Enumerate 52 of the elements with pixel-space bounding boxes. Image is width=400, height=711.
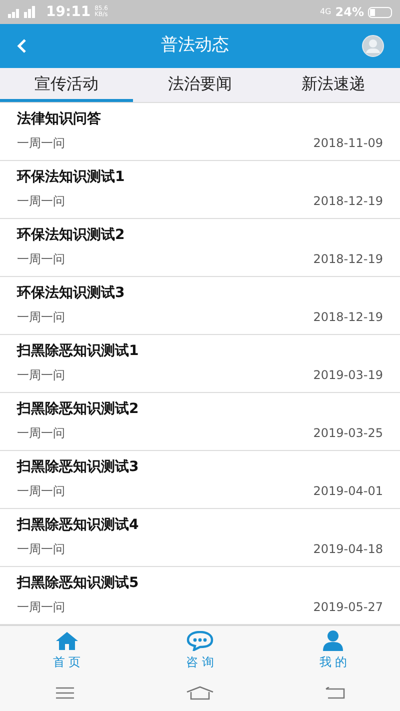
item-title: 扫黑除恶知识测试4 bbox=[17, 516, 140, 534]
item-subtitle: 一周一问 bbox=[17, 135, 65, 152]
item-subtitle: 一周一问 bbox=[17, 367, 65, 384]
item-subtitle: 一周一问 bbox=[17, 251, 65, 268]
signal-icon bbox=[8, 6, 38, 18]
list-item[interactable]: 扫黑除恶知识测试2 一周一问 2019-03-25 bbox=[0, 393, 400, 451]
item-title: 环保法知识测试1 bbox=[17, 168, 126, 186]
item-title: 环保法知识测试3 bbox=[17, 284, 126, 302]
header-title: 普法动态 bbox=[160, 34, 230, 58]
item-date: 2019-05-27 bbox=[313, 599, 383, 616]
item-date: 2019-03-25 bbox=[313, 425, 383, 442]
item-title: 法律知识问答 bbox=[17, 110, 102, 128]
list-item[interactable]: 扫黑除恶知识测试4 一周一问 2019-04-18 bbox=[0, 509, 400, 567]
list-item[interactable]: 环保法知识测试3 一周一问 2018-12-19 bbox=[0, 277, 400, 335]
item-title: 环保法知识测试2 bbox=[17, 226, 126, 244]
item-date: 2018-12-19 bbox=[313, 251, 383, 268]
avatar-icon[interactable] bbox=[362, 35, 384, 57]
item-subtitle: 一周一问 bbox=[17, 541, 65, 558]
item-date: 2019-04-18 bbox=[313, 541, 383, 558]
item-title: 扫黑除恶知识测试3 bbox=[17, 458, 140, 476]
user-icon bbox=[322, 630, 344, 651]
list-item[interactable]: 环保法知识测试1 一周一问 2018-12-19 bbox=[0, 161, 400, 219]
menu-icon[interactable] bbox=[55, 687, 76, 699]
list-item[interactable]: 环保法知识测试2 一周一问 2018-12-19 bbox=[0, 219, 400, 277]
item-subtitle: 一周一问 bbox=[17, 309, 65, 326]
item-date: 2018-11-09 bbox=[313, 135, 383, 152]
list-item[interactable]: 法律知识问答 一周一问 2018-11-09 bbox=[0, 103, 400, 161]
item-subtitle: 一周一问 bbox=[17, 425, 65, 442]
item-title: 扫黑除恶知识测试1 bbox=[17, 342, 140, 360]
chat-icon bbox=[186, 630, 214, 650]
item-subtitle: 一周一问 bbox=[17, 599, 65, 616]
tab[interactable]: 法治要闻 bbox=[133, 68, 267, 102]
back-arrow-icon[interactable] bbox=[324, 687, 345, 699]
tab[interactable]: 宣传活动 bbox=[0, 68, 134, 102]
back-icon[interactable] bbox=[16, 38, 28, 54]
list-item[interactable]: 扫黑除恶知识测试1 一周一问 2019-03-19 bbox=[0, 335, 400, 393]
item-date: 2019-04-01 bbox=[313, 483, 383, 500]
item-date: 2019-03-19 bbox=[313, 367, 383, 384]
home-outline-icon[interactable] bbox=[186, 686, 214, 700]
home-icon bbox=[54, 630, 79, 650]
item-date: 2018-12-19 bbox=[313, 309, 383, 326]
battery-percent: 24% bbox=[335, 4, 364, 21]
item-subtitle: 一周一问 bbox=[17, 483, 65, 500]
network-type: 4G bbox=[320, 6, 332, 18]
list-item[interactable]: 扫黑除恶知识测试3 一周一问 2019-04-01 bbox=[0, 451, 400, 509]
item-title: 扫黑除恶知识测试2 bbox=[17, 400, 140, 418]
status-time: 19:11 bbox=[46, 2, 91, 22]
item-subtitle: 一周一问 bbox=[17, 193, 65, 210]
battery-icon bbox=[368, 6, 392, 18]
tab[interactable]: 新法速递 bbox=[266, 68, 400, 102]
item-date: 2018-12-19 bbox=[313, 193, 383, 210]
item-title: 扫黑除恶知识测试5 bbox=[17, 574, 140, 592]
